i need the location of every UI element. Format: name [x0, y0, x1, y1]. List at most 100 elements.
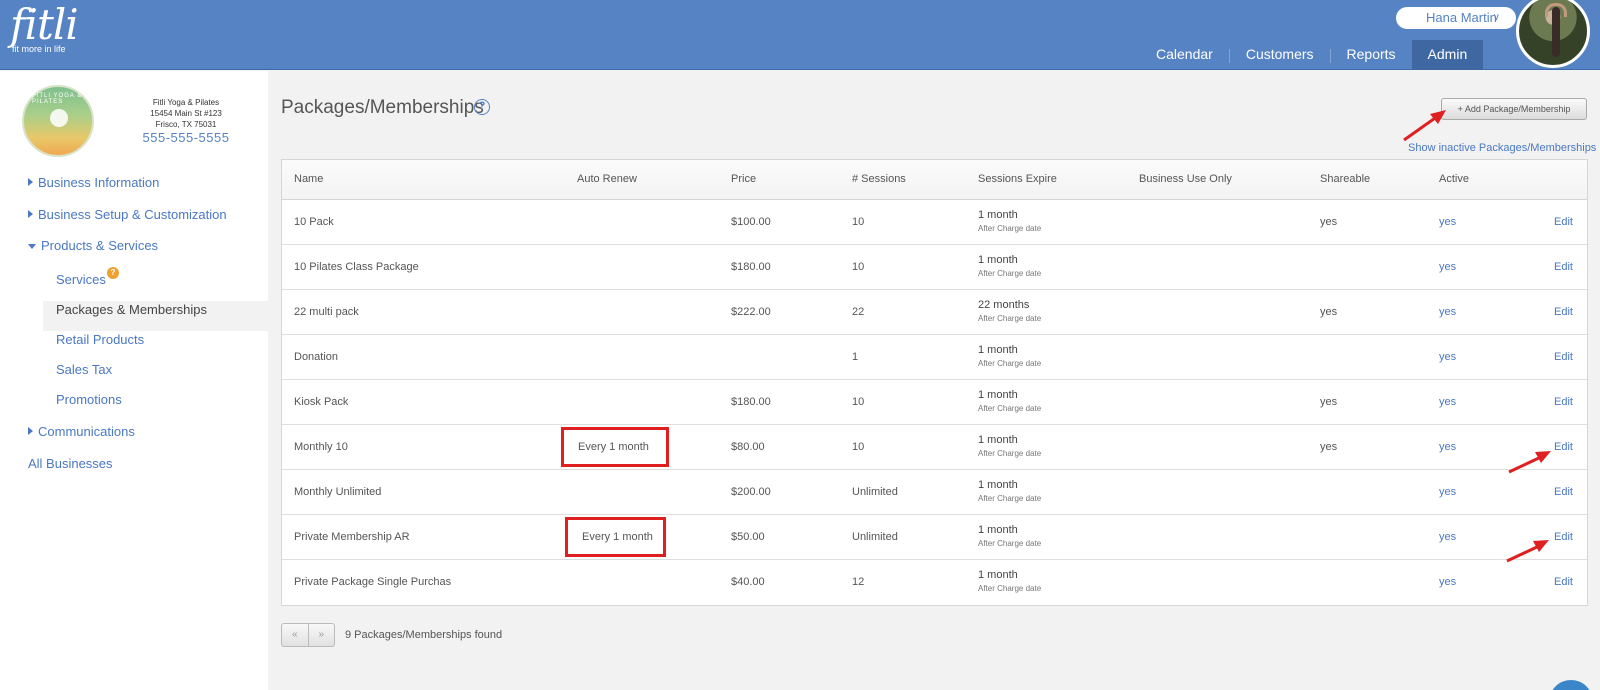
- row-expire-note: After Charge date: [978, 449, 1042, 458]
- sidebar: FITLI YOGA & PILATES Fitli Yoga & Pilate…: [0, 71, 268, 690]
- edit-link[interactable]: Edit: [1554, 396, 1573, 408]
- row-auto-renew-highlighted: Every 1 month: [565, 517, 666, 557]
- row-name: 10 Pack: [294, 216, 334, 228]
- page-title: Packages/Memberships: [281, 97, 484, 118]
- row-sessions: 10: [852, 396, 865, 408]
- row-expire: 1 month: [978, 389, 1018, 401]
- sidebar-item-business-information[interactable]: Business Information: [28, 175, 159, 190]
- row-expire-note: After Charge date: [978, 359, 1042, 368]
- table-row[interactable]: Monthly 10 $80.00 10 yes Every 1 month 1 mont…: [282, 425, 1587, 470]
- row-expire-note: After Charge date: [978, 494, 1042, 503]
- add-package-button[interactable]: + Add Package/Membership: [1441, 98, 1587, 120]
- sidebar-item-communications[interactable]: Communications: [28, 424, 135, 439]
- table-row[interactable]: 10 Pack $100.00 10 yes 1 month After Charge d…: [282, 200, 1587, 245]
- row-active-toggle[interactable]: yes: [1439, 351, 1456, 363]
- caret-right-icon: [28, 210, 33, 218]
- edit-link[interactable]: Edit: [1554, 531, 1573, 543]
- help-icon[interactable]: ?: [474, 99, 490, 115]
- row-shareable: yes: [1320, 396, 1338, 408]
- row-expire: 1 month: [978, 344, 1018, 356]
- row-price: $180.00: [731, 396, 771, 408]
- row-name: Donation: [294, 351, 339, 363]
- row-sessions: 10: [852, 441, 865, 453]
- sidebar-item-business-setup[interactable]: Business Setup & Customization: [28, 207, 227, 222]
- row-price: $50.00: [731, 531, 765, 543]
- table-row[interactable]: Kiosk Pack $180.00 10 yes 1 month After Charg…: [282, 380, 1587, 425]
- user-menu[interactable]: Hana Martin ∨: [1396, 7, 1516, 29]
- column-header-auto-renew[interactable]: Auto Renew: [577, 173, 637, 185]
- avatar[interactable]: [1516, 0, 1590, 68]
- column-header-active[interactable]: Active: [1439, 173, 1469, 185]
- row-expire-note: After Charge date: [978, 314, 1042, 323]
- row-active-toggle[interactable]: yes: [1439, 441, 1456, 453]
- column-header-price[interactable]: Price: [731, 173, 756, 185]
- edit-link[interactable]: Edit: [1554, 261, 1573, 273]
- edit-link[interactable]: Edit: [1554, 441, 1573, 453]
- sidebar-item-packages-memberships[interactable]: Packages & Memberships: [56, 302, 207, 317]
- sidebar-item-sales-tax[interactable]: Sales Tax: [56, 362, 112, 377]
- nav-calendar[interactable]: Calendar: [1140, 40, 1229, 70]
- prev-page-button[interactable]: «: [282, 624, 308, 646]
- sidebar-item-services[interactable]: Services: [56, 272, 106, 287]
- row-active-toggle[interactable]: yes: [1439, 216, 1456, 228]
- sidebar-item-products-services[interactable]: Products & Services: [28, 238, 158, 253]
- row-sessions: Unlimited: [852, 531, 898, 543]
- sidebar-item-retail-products[interactable]: Retail Products: [56, 332, 144, 347]
- row-name: Private Package Single Purchas: [294, 576, 452, 588]
- column-header-sessions-expire[interactable]: Sessions Expire: [978, 173, 1057, 185]
- annotation-arrow-icon: [1508, 451, 1551, 474]
- row-sessions: 10: [852, 216, 865, 228]
- edit-link[interactable]: Edit: [1554, 576, 1573, 588]
- table-row[interactable]: Monthly Unlimited $200.00 Unlimited 1 month…: [282, 470, 1587, 515]
- business-name: Fitli Yoga & Pilates: [152, 98, 220, 107]
- row-active-toggle[interactable]: yes: [1439, 261, 1456, 273]
- edit-link[interactable]: Edit: [1554, 486, 1573, 498]
- row-active-toggle[interactable]: yes: [1439, 486, 1456, 498]
- sidebar-item-promotions[interactable]: Promotions: [56, 392, 122, 407]
- business-logo-text: FITLI YOGA & PILATES: [32, 93, 83, 105]
- next-page-button[interactable]: »: [307, 624, 335, 646]
- edit-link[interactable]: Edit: [1554, 351, 1573, 363]
- business-address-2: Frisco, TX 75031: [155, 120, 217, 129]
- row-sessions: Unlimited: [852, 486, 898, 498]
- row-expire: 1 month: [978, 524, 1018, 536]
- nav-customers[interactable]: Customers: [1230, 40, 1330, 70]
- fitli-logo[interactable]: fitli fit more in life: [10, 2, 79, 55]
- row-expire: 1 month: [978, 254, 1018, 266]
- row-price: $222.00: [731, 306, 771, 318]
- row-price: $80.00: [731, 441, 765, 453]
- sidebar-item-all-businesses[interactable]: All Businesses: [28, 456, 113, 471]
- table-row[interactable]: 22 multi pack $222.00 22 yes 22 months After …: [282, 290, 1587, 335]
- chat-icon[interactable]: [1549, 680, 1593, 690]
- user-name: Hana Martin: [1426, 10, 1497, 25]
- column-header-shareable[interactable]: Shareable: [1320, 173, 1370, 185]
- nav-admin[interactable]: Admin: [1411, 40, 1484, 70]
- nav-reports[interactable]: Reports: [1331, 40, 1412, 70]
- row-active-toggle[interactable]: yes: [1439, 396, 1456, 408]
- column-header-business-use-only[interactable]: Business Use Only: [1139, 173, 1232, 185]
- table-row[interactable]: Donation 1 1 month After Charge date yes Edit: [282, 335, 1587, 380]
- row-sessions: 10: [852, 261, 865, 273]
- row-expire: 1 month: [978, 434, 1018, 446]
- row-expire-note: After Charge date: [978, 224, 1042, 233]
- table-row[interactable]: Private Membership AR $50.00 Unlimited Ever…: [282, 515, 1587, 560]
- row-expire-note: After Charge date: [978, 584, 1042, 593]
- row-active-toggle[interactable]: yes: [1439, 306, 1456, 318]
- column-header-name[interactable]: Name: [294, 173, 323, 185]
- table-row[interactable]: 10 Pilates Class Package $180.00 10 1 month…: [282, 245, 1587, 290]
- edit-link[interactable]: Edit: [1554, 216, 1573, 228]
- business-address-1: 15454 Main St #123: [150, 109, 222, 118]
- row-active-toggle[interactable]: yes: [1439, 576, 1456, 588]
- caret-right-icon: [28, 427, 33, 435]
- column-header-sessions[interactable]: # Sessions: [852, 173, 906, 185]
- table-row[interactable]: Private Package Single Purchas $40.00 12 1 …: [282, 560, 1587, 605]
- business-phone[interactable]: 555-555-5555: [128, 131, 244, 144]
- edit-link[interactable]: Edit: [1554, 306, 1573, 318]
- top-header: fitli fit more in life Hana Martin ∨ Cal…: [0, 0, 1600, 70]
- row-expire-note: After Charge date: [978, 269, 1042, 278]
- row-active-toggle[interactable]: yes: [1439, 531, 1456, 543]
- row-price: $100.00: [731, 216, 771, 228]
- row-price: $200.00: [731, 486, 771, 498]
- row-shareable: yes: [1320, 306, 1338, 318]
- row-expire: 1 month: [978, 209, 1018, 221]
